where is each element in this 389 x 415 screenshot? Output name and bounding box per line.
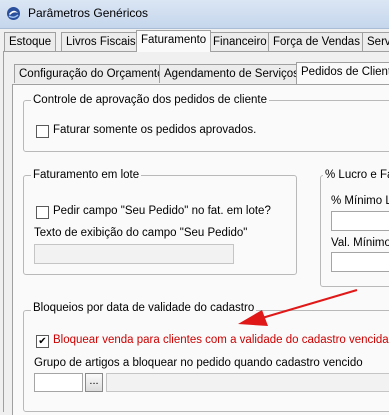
red-arrow-annotation: [238, 289, 358, 326]
tab-faturamento[interactable]: Faturamento: [136, 30, 212, 52]
subtab-pedidos-cliente[interactable]: Pedidos de Cliente: [296, 62, 389, 84]
